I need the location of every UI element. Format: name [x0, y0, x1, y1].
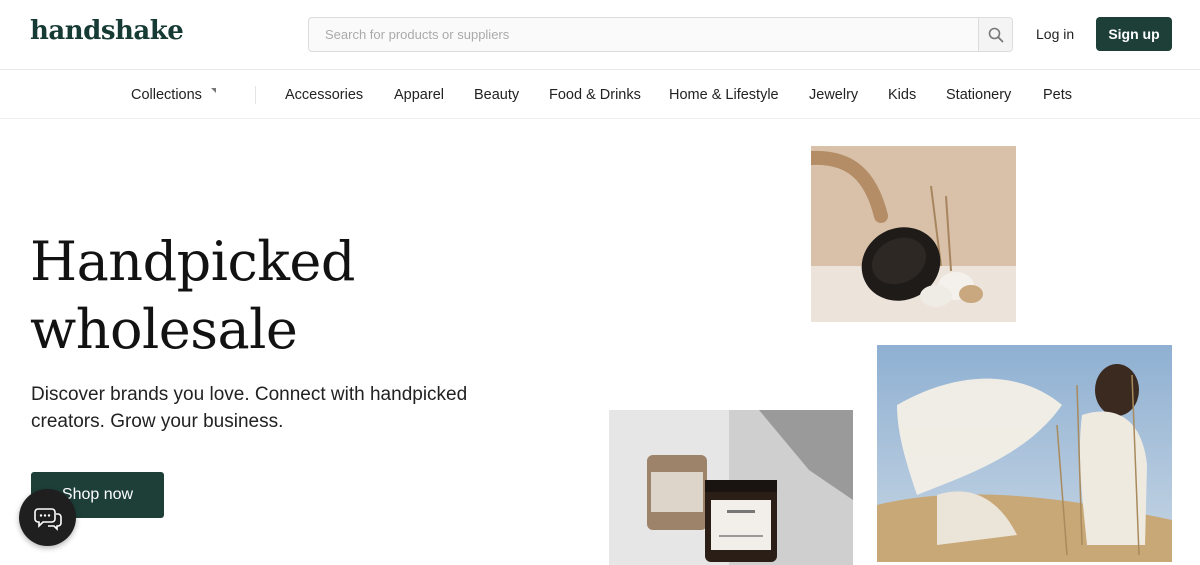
- candle-product-image[interactable]: [609, 410, 853, 565]
- nav-item-accessories[interactable]: Accessories: [285, 87, 363, 103]
- hero-subtitle: Discover brands you love. Connect with h…: [31, 381, 511, 435]
- nav-item-beauty[interactable]: Beauty: [474, 87, 519, 103]
- nav-item-apparel[interactable]: Apparel: [394, 87, 444, 103]
- brand-logo[interactable]: handshake: [30, 16, 184, 46]
- hero-title: Handpicked wholesale: [30, 228, 510, 364]
- nav-item-home-lifestyle[interactable]: Home & Lifestyle: [669, 87, 779, 103]
- lifestyle-image[interactable]: [877, 345, 1172, 562]
- search-button[interactable]: [978, 18, 1012, 51]
- search-bar: [308, 17, 1013, 52]
- hero-title-line2: wholesale: [30, 298, 298, 361]
- nav-item-pets[interactable]: Pets: [1043, 87, 1072, 103]
- search-input[interactable]: [309, 18, 978, 51]
- search-icon: [988, 27, 1003, 42]
- top-header: handshake Log in Sign up: [0, 0, 1200, 70]
- login-link[interactable]: Log in: [1036, 26, 1074, 42]
- nav-divider: [255, 86, 256, 104]
- hero-subtitle-line1: Discover brands you love. Connect with h…: [31, 384, 468, 405]
- nav-item-kids[interactable]: Kids: [888, 87, 916, 103]
- page: handshake Log in Sign up Collections Acc…: [0, 0, 1200, 565]
- collections-caret-icon: [211, 88, 216, 93]
- category-nav: Collections Accessories Apparel Beauty F…: [0, 70, 1200, 119]
- bag-illustration: [811, 146, 1016, 322]
- chat-icon: [33, 507, 62, 531]
- nav-item-stationery[interactable]: Stationery: [946, 87, 1011, 103]
- chat-button[interactable]: [19, 489, 76, 546]
- candle-illustration: [609, 410, 853, 565]
- nav-item-jewelry[interactable]: Jewelry: [809, 87, 858, 103]
- lifestyle-illustration: [877, 345, 1172, 562]
- hero-subtitle-line2: creators. Grow your business.: [31, 411, 284, 432]
- nav-collections[interactable]: Collections: [131, 87, 202, 103]
- signup-button[interactable]: Sign up: [1096, 17, 1172, 51]
- bag-product-image[interactable]: [811, 146, 1016, 322]
- hero-title-line1: Handpicked: [30, 230, 355, 293]
- nav-item-food-drinks[interactable]: Food & Drinks: [549, 87, 641, 103]
